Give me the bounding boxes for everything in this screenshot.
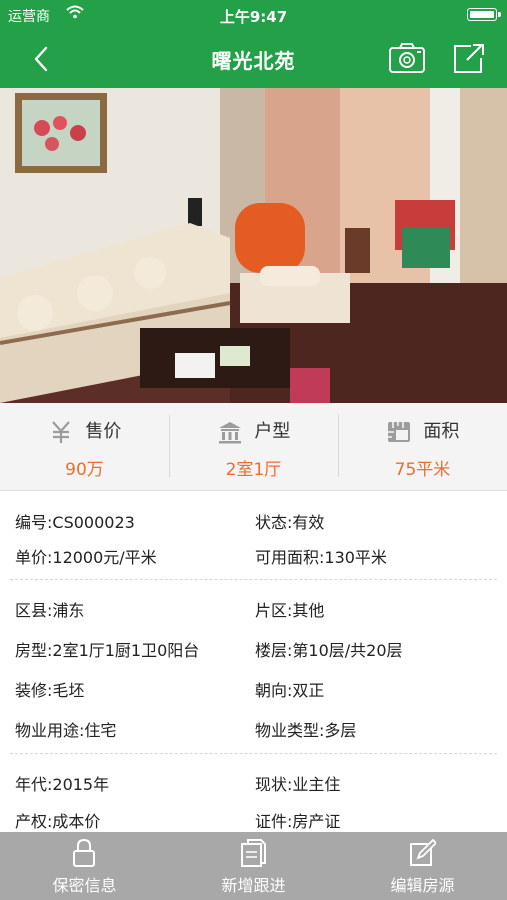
year-field: 年代:2015年	[15, 775, 110, 794]
status-bar: 运营商 上午9:47	[0, 0, 507, 30]
layout-value: 2室1厅	[225, 460, 282, 480]
usage-field: 物业用途:住宅	[15, 721, 117, 740]
yuan-icon	[48, 421, 86, 443]
area-value: 75平米	[394, 460, 451, 480]
district-field: 区县:浦东	[15, 601, 85, 620]
current-state-field: 现状:业主住	[255, 775, 341, 794]
tab-label: 新增跟进	[221, 876, 286, 895]
summary-bar: 售价 90万 户型 2室1厅 面积 75平米	[0, 403, 507, 491]
price-value: 90万	[65, 460, 104, 480]
layout-label: 户型	[254, 421, 291, 442]
area-label: 面积	[423, 421, 460, 442]
ownership-field: 产权:成本价	[15, 812, 101, 831]
code-field: 编号:CS000023	[15, 513, 135, 532]
confidential-info-button[interactable]: 保密信息	[0, 832, 169, 900]
room-layout-field: 房型:2室1厅1厨1卫0阳台	[15, 641, 200, 660]
price-label: 售价	[85, 421, 122, 442]
edit-listing-button[interactable]: 编辑房源	[338, 832, 507, 900]
property-photo[interactable]	[0, 88, 507, 403]
tab-label: 保密信息	[52, 876, 117, 895]
zone-field: 片区:其他	[255, 601, 325, 620]
usable-area-field: 可用面积:130平米	[255, 548, 387, 567]
camera-icon[interactable]	[388, 40, 426, 76]
orientation-field: 朝向:双正	[255, 681, 325, 700]
decoration-field: 装修:毛坯	[15, 681, 85, 700]
layout-summary: 户型 2室1厅	[169, 403, 338, 490]
living-room-image	[0, 88, 507, 403]
floor-field: 楼层:第10层/共20层	[255, 641, 403, 660]
status-field: 状态:有效	[255, 513, 325, 532]
nav-bar: 曙光北苑	[0, 30, 507, 88]
add-followup-button[interactable]: 新增跟进	[169, 832, 338, 900]
battery-icon	[467, 8, 501, 21]
clock: 上午9:47	[219, 8, 288, 26]
share-icon[interactable]	[451, 42, 487, 76]
bottom-toolbar: 保密信息 新增跟进 编辑房源	[0, 832, 507, 900]
building-icon	[217, 421, 255, 444]
price-summary: 售价 90万	[0, 403, 169, 490]
certificate-field: 证件:房产证	[255, 812, 341, 831]
page-title: 曙光北苑	[211, 49, 296, 73]
area-icon	[386, 421, 424, 442]
area-summary: 面积 75平米	[338, 403, 507, 490]
unit-price-field: 单价:12000元/平米	[15, 548, 157, 567]
property-type-field: 物业类型:多层	[255, 721, 357, 740]
tab-label: 编辑房源	[390, 876, 455, 895]
